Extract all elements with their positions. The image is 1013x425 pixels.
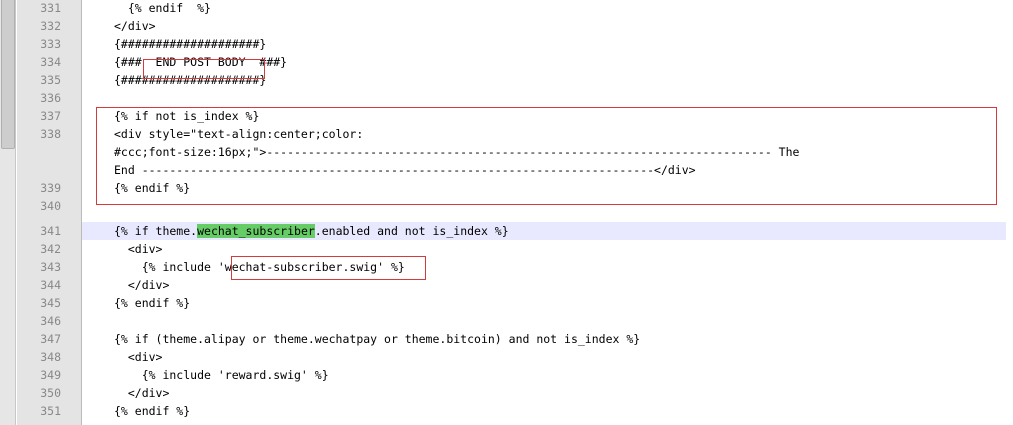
line-text: {% endif %} — [114, 404, 191, 418]
code-line: 338 <div style="text-align:center;color: — [0, 125, 1013, 143]
line-number: 346 — [40, 314, 61, 328]
line-number: 339 — [40, 181, 61, 195]
line-number: 349 — [40, 368, 61, 382]
line-number: 341 — [40, 224, 61, 238]
code-line: 346 — [0, 312, 1013, 330]
line-text: {% endif %} — [114, 181, 191, 195]
line-text: </div> — [114, 19, 156, 33]
search-highlight: wechat_subscriber — [197, 224, 315, 238]
code-line: 343 {% include 'wechat-subscriber.swig' … — [0, 258, 1013, 276]
line-number: 334 — [40, 55, 61, 69]
code-line: 339 {% endif %} — [0, 179, 1013, 197]
line-text-pre: {% if theme. — [114, 224, 198, 238]
line-number: 342 — [40, 242, 61, 256]
code-line: 337 {% if not is_index %} — [0, 107, 1013, 125]
line-text: <div> — [114, 242, 163, 256]
code-editor[interactable]: 331 {% endif %} 332 </div> 333 {########… — [0, 0, 1013, 425]
code-line: 344 </div> — [0, 276, 1013, 294]
code-line: 350 </div> — [0, 384, 1013, 402]
line-number: 335 — [40, 73, 61, 87]
line-text: {% endif %} — [114, 296, 191, 310]
line-number: 337 — [40, 109, 61, 123]
code-line-wrapped: #ccc;font-size:16px;">------------------… — [0, 143, 1013, 161]
line-text: <div style="text-align:center;color: — [114, 127, 364, 141]
code-line-wrapped: End ------------------------------------… — [0, 161, 1013, 179]
code-line: 345 {% endif %} — [0, 294, 1013, 312]
line-text: #ccc;font-size:16px;">------------------… — [114, 145, 800, 159]
line-number: 347 — [40, 332, 61, 346]
line-text: {% endif %} — [114, 1, 211, 15]
line-number: 350 — [40, 386, 61, 400]
line-text: End ------------------------------------… — [114, 163, 696, 177]
line-number: 331 — [40, 1, 61, 15]
code-line: 348 <div> — [0, 348, 1013, 366]
line-number: 336 — [40, 91, 61, 105]
line-text: {####################} — [114, 73, 267, 87]
code-line: 331 {% endif %} — [0, 0, 1013, 17]
line-text: </div> — [114, 386, 170, 400]
code-line: 349 {% include 'reward.swig' %} — [0, 366, 1013, 384]
line-text: {### END POST BODY ###} — [114, 55, 288, 69]
line-text: <div> — [114, 350, 163, 364]
line-text: {####################} — [114, 37, 267, 51]
code-line: 335 {####################} — [0, 71, 1013, 89]
line-text: {% if theme.wechat_subscriber.enabled an… — [114, 222, 509, 240]
code-line: 333 {####################} — [0, 35, 1013, 53]
code-line: 332 </div> — [0, 17, 1013, 35]
line-number: 333 — [40, 37, 61, 51]
line-text-post: .enabled and not is_index %} — [314, 224, 509, 238]
code-line: 334 {### END POST BODY ###} — [0, 53, 1013, 71]
code-line: 347 {% if (theme.alipay or theme.wechatp… — [0, 330, 1013, 348]
code-line: 340 — [0, 197, 1013, 215]
line-text: </div> — [114, 278, 170, 292]
line-number: 340 — [40, 199, 61, 213]
line-number: 351 — [40, 404, 61, 418]
line-number: 343 — [40, 260, 61, 274]
line-text: {% if (theme.alipay or theme.wechatpay o… — [114, 332, 641, 346]
line-text: {% include 'wechat-subscriber.swig' %} — [114, 260, 405, 274]
line-text: {% if not is_index %} — [114, 109, 260, 123]
code-line: 351 {% endif %} — [0, 402, 1013, 420]
code-line: 342 <div> — [0, 240, 1013, 258]
code-line: 336 — [0, 89, 1013, 107]
line-number: 345 — [40, 296, 61, 310]
code-line-current: 341 {% if theme.wechat_subscriber.enable… — [0, 222, 1013, 240]
line-number: 344 — [40, 278, 61, 292]
line-number: 338 — [40, 127, 61, 141]
line-text: {% include 'reward.swig' %} — [114, 368, 329, 382]
line-number: 332 — [40, 19, 61, 33]
line-number: 348 — [40, 350, 61, 364]
